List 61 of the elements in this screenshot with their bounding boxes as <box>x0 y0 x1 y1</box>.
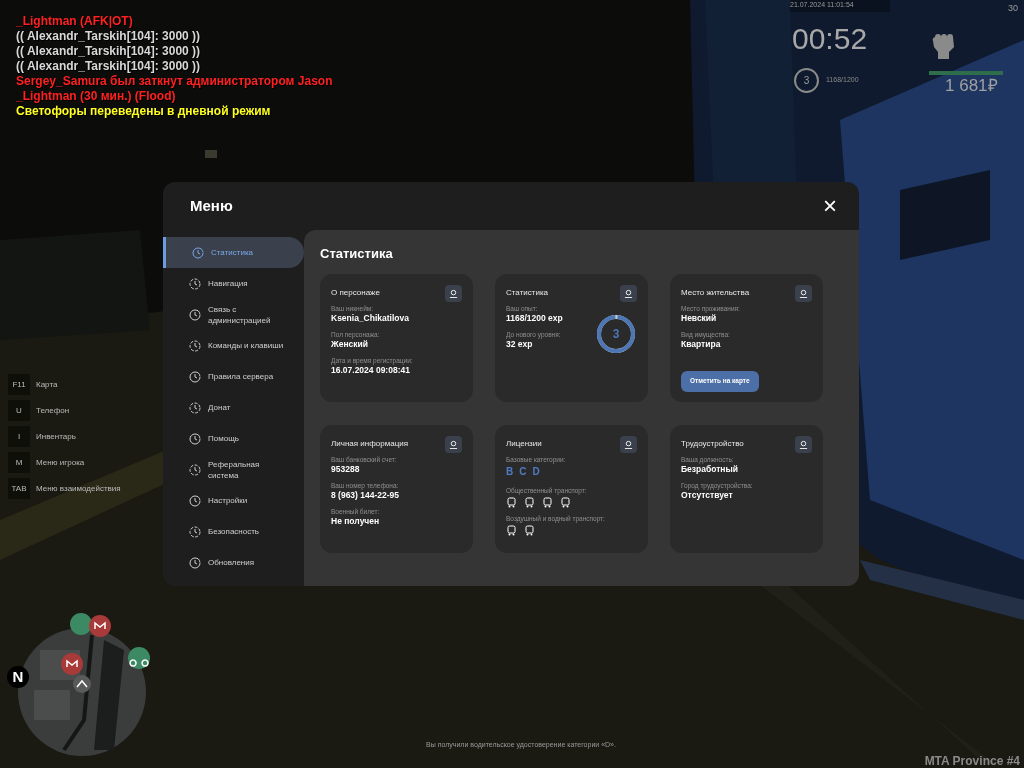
bus-icon <box>506 496 517 508</box>
sidebar-item[interactable]: Настройки <box>163 485 304 516</box>
key-cap: F11 <box>8 374 30 395</box>
chat-message: (( Alexandr_Tarskih[104]: 3000 )) <box>16 44 202 59</box>
field-value: Не получен <box>331 515 380 527</box>
person-icon <box>445 284 462 302</box>
key-cap: U <box>8 400 30 421</box>
chat-message: (( Alexandr_Tarskih[104]: 3000 )) <box>16 29 202 44</box>
chat-message: _Lightman (AFK|OT) <box>16 14 134 29</box>
menu-title: Меню <box>190 195 233 216</box>
sidebar-item[interactable]: Помощь <box>163 423 304 454</box>
key-cap: I <box>8 426 30 447</box>
sidebar-item[interactable]: Обновления <box>163 547 304 578</box>
field-value: Квартира <box>681 338 721 350</box>
chat-message: _Lightman (30 мин.) (Flood) <box>16 89 177 104</box>
sidebar-item[interactable]: Статистика <box>163 237 304 268</box>
server-label: MTA Province #4 <box>924 753 1020 768</box>
sidebar-item[interactable]: Правила сервера <box>163 361 304 392</box>
money-label: 1 681₽ <box>945 77 998 94</box>
card-title: Трудоустройство <box>681 437 744 450</box>
clock-icon <box>192 246 204 259</box>
hotkey-label: Инвентарь <box>36 430 76 443</box>
field-value: Женский <box>331 338 368 350</box>
field-value: Безработный <box>681 463 738 475</box>
field-value: 953288 <box>331 463 360 475</box>
key-cap: M <box>8 452 30 473</box>
field-value: 32 exp <box>506 338 533 350</box>
hotkey-label: Меню взаимодействия <box>36 482 121 495</box>
card-title: Личная информация <box>331 437 408 450</box>
sidebar-item[interactable]: Команды и клавиши <box>163 330 304 361</box>
chat-message: (( Alexandr_Tarskih[104]: 3000 )) <box>16 59 202 74</box>
sidebar-item[interactable]: Безопасность <box>163 516 304 547</box>
corner-counter: 30 <box>1008 2 1018 15</box>
field-value: Невский <box>681 312 717 324</box>
field-value: Ksenia_Chikatilova <box>331 312 409 324</box>
key-cap: TAB <box>8 478 30 499</box>
license-category: D <box>532 464 540 479</box>
card-title: О персонаже <box>331 286 380 299</box>
sidebar-item[interactable]: Связь с администрацией <box>163 299 304 330</box>
hotkey-label: Телефон <box>36 404 70 417</box>
license-category: B <box>506 464 514 479</box>
sidebar-item[interactable]: Донат <box>163 392 304 423</box>
field-value: Отсутствует <box>681 489 733 501</box>
close-button[interactable]: × <box>819 195 841 217</box>
hotkey-label: Меню игрока <box>36 456 85 469</box>
sidebar-item[interactable]: Реферальная система <box>163 454 304 485</box>
chat-message: Sergey_Samura был заткнут администратором Jason <box>16 74 333 89</box>
section-heading: Статистика <box>320 245 394 263</box>
card-title: Статистика <box>506 286 548 299</box>
field-value: 1168/1200 exp <box>506 312 563 324</box>
card-title: Место жительства <box>681 286 750 299</box>
card-title: Лицензии <box>506 437 542 450</box>
chat-message: Светофоры переведены в дневной режим <box>16 104 272 119</box>
sidebar-item[interactable]: Навигация <box>163 268 304 299</box>
field-value: 16.07.2024 09:08:41 <box>331 364 410 376</box>
hotkey-label: Карта <box>36 378 58 391</box>
license-category: C <box>519 464 527 479</box>
level-number: 3 <box>611 325 621 343</box>
field-value: 8 (963) 144-22-95 <box>331 489 400 501</box>
level-ring: 3 <box>794 68 819 93</box>
timer: 00:52 <box>792 24 868 54</box>
